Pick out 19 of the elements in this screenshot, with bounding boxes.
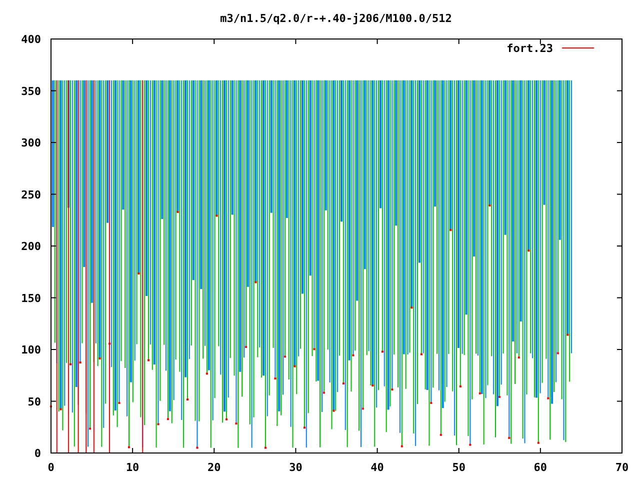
x-tick-label: 70: [615, 461, 629, 474]
y-tick-label: 300: [21, 136, 41, 150]
x-tick-label: 20: [208, 461, 221, 474]
y-tick-label: 0: [34, 447, 41, 460]
y-tick-label: 250: [21, 188, 41, 202]
y-tick-label: 50: [28, 395, 41, 408]
y-tick-label: 350: [21, 84, 41, 98]
legend-label: fort.23: [506, 42, 553, 55]
x-tick-label: 40: [370, 461, 384, 474]
x-tick-label: 30: [289, 461, 302, 474]
x-tick-label: 50: [452, 461, 466, 474]
y-tick-label: 100: [21, 344, 41, 356]
y-tick-label: 200: [21, 240, 41, 253]
chart-title: m3/n1.5/q2.0/r-+.40-j206/M100.0/512: [220, 12, 452, 25]
x-tick-label: 10: [126, 461, 140, 474]
y-tick-label: 400: [21, 33, 41, 46]
y-tick-label: 150: [21, 292, 41, 305]
x-tick-label: 60: [534, 461, 548, 474]
x-tick-label: 0: [48, 461, 54, 474]
